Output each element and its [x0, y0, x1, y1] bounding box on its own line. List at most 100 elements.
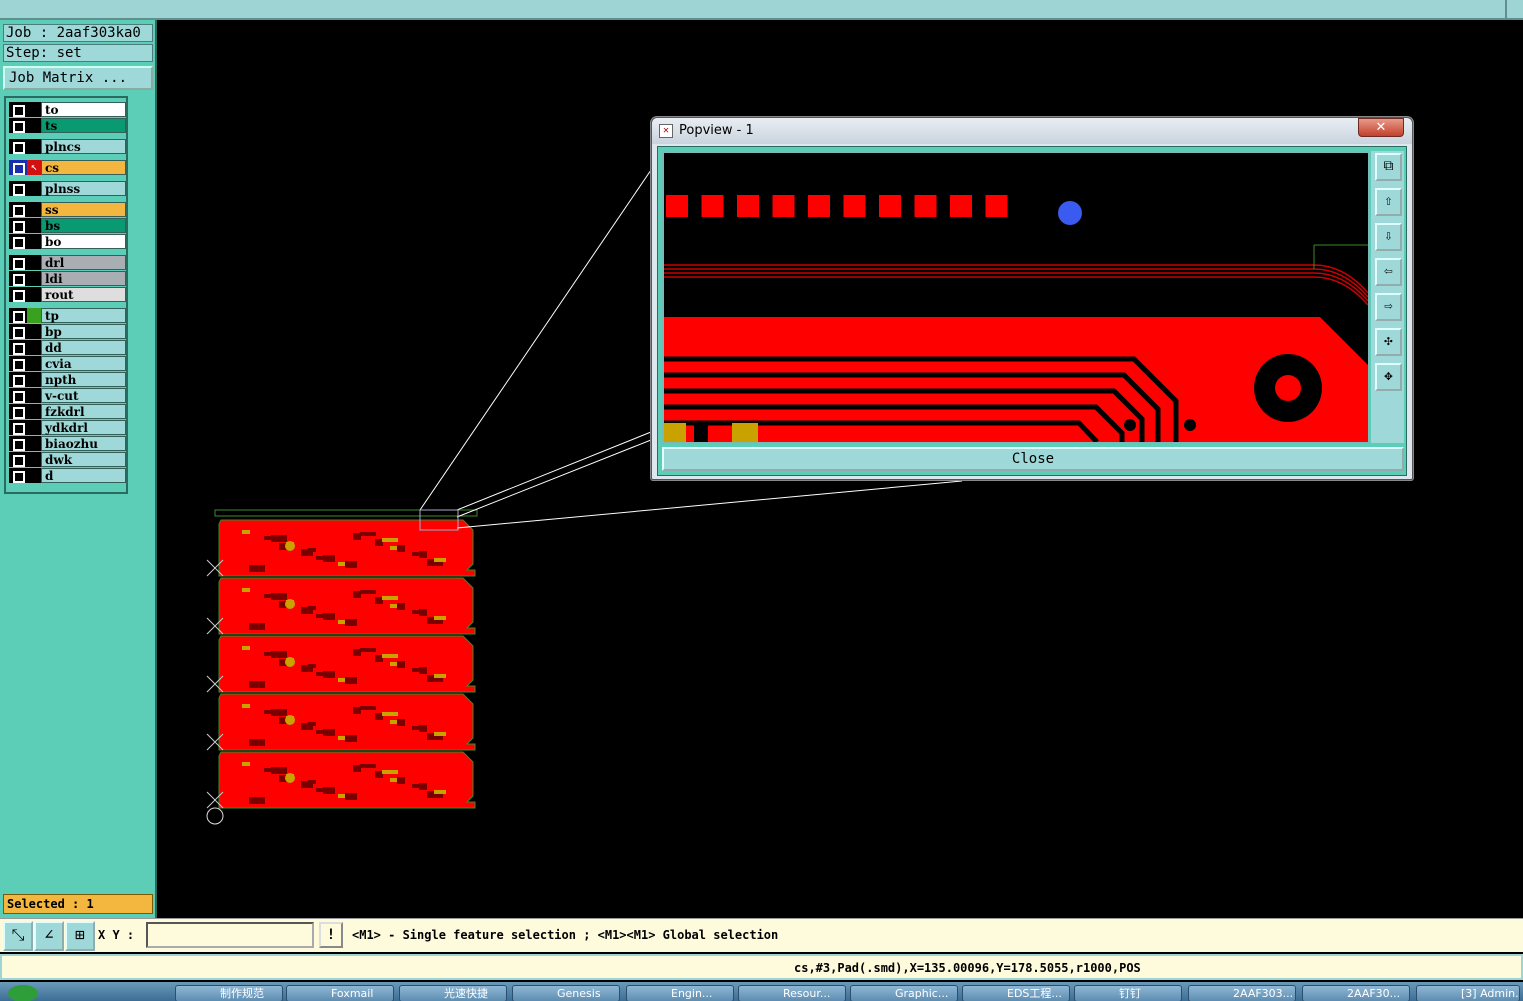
- layer-color-swatch[interactable]: [27, 436, 41, 451]
- layer-checkbox[interactable]: [9, 356, 27, 371]
- layer-row-dd[interactable]: dd: [9, 340, 126, 355]
- layer-row-v-cut[interactable]: v-cut: [9, 388, 126, 403]
- layer-name[interactable]: to: [41, 102, 126, 117]
- layer-name[interactable]: npth: [41, 372, 126, 387]
- job-matrix-button[interactable]: Job Matrix ...: [3, 66, 153, 90]
- layer-name[interactable]: bo: [41, 234, 126, 249]
- layer-name[interactable]: rout: [41, 287, 126, 302]
- layer-checkbox[interactable]: [9, 218, 27, 233]
- taskbar-item[interactable]: 钉钉: [1074, 985, 1182, 1001]
- layer-name[interactable]: ss: [41, 202, 126, 217]
- popview-close-button[interactable]: Close: [662, 447, 1404, 471]
- layer-checkbox[interactable]: [9, 234, 27, 249]
- layer-row-drl[interactable]: drl: [9, 255, 126, 270]
- taskbar-item[interactable]: Resour...: [738, 985, 846, 1001]
- layer-name[interactable]: drl: [41, 255, 126, 270]
- layer-row-plnss[interactable]: plnss: [9, 181, 126, 196]
- snap-grid-icon[interactable]: ⊞: [65, 921, 95, 951]
- layer-checkbox[interactable]: [9, 255, 27, 270]
- layer-checkbox[interactable]: [9, 340, 27, 355]
- taskbar-item[interactable]: 2AAF303...: [1188, 985, 1296, 1001]
- layer-name[interactable]: ldi: [41, 271, 126, 286]
- exclamation-button[interactable]: !: [319, 922, 343, 948]
- taskbar-item[interactable]: 制作规范: [175, 985, 283, 1001]
- layer-name[interactable]: cvia: [41, 356, 126, 371]
- layer-checkbox[interactable]: [9, 139, 27, 154]
- layer-row-fzkdrl[interactable]: fzkdrl: [9, 404, 126, 419]
- layer-row-biaozhu[interactable]: biaozhu: [9, 436, 126, 451]
- layer-color-swatch[interactable]: [27, 356, 41, 371]
- measure-icon[interactable]: ∠: [34, 921, 64, 951]
- layer-row-ss[interactable]: ss: [9, 202, 126, 217]
- layer-color-swatch[interactable]: [27, 234, 41, 249]
- layer-name[interactable]: dd: [41, 340, 126, 355]
- layer-row-dwk[interactable]: dwk: [9, 452, 126, 467]
- layer-color-swatch[interactable]: [27, 139, 41, 154]
- taskbar-item[interactable]: [3] Admin...: [1416, 985, 1520, 1001]
- layer-checkbox[interactable]: [9, 372, 27, 387]
- taskbar-item[interactable]: Genesis: [512, 985, 620, 1001]
- taskbar-item[interactable]: Foxmail: [286, 985, 394, 1001]
- layer-row-tp[interactable]: tp: [9, 308, 126, 323]
- pan-up-icon[interactable]: ⇧: [1375, 188, 1402, 216]
- taskbar-item[interactable]: Graphic...: [850, 985, 958, 1001]
- layer-row-ldi[interactable]: ldi: [9, 271, 126, 286]
- layer-checkbox[interactable]: [9, 436, 27, 451]
- layer-row-bs[interactable]: bs: [9, 218, 126, 233]
- layer-row-rout[interactable]: rout: [9, 287, 126, 302]
- taskbar-item[interactable]: 2AAF30...: [1302, 985, 1410, 1001]
- window-close-button[interactable]: ✕: [1358, 118, 1404, 137]
- layer-color-swatch[interactable]: [27, 287, 41, 302]
- layer-name[interactable]: plncs: [41, 139, 126, 154]
- taskbar-item[interactable]: EDS工程...: [962, 985, 1070, 1001]
- layer-row-plncs[interactable]: plncs: [9, 139, 126, 154]
- layer-row-bp[interactable]: bp: [9, 324, 126, 339]
- layer-name[interactable]: cs: [41, 160, 126, 175]
- taskbar-item[interactable]: 光速快捷: [399, 985, 507, 1001]
- layer-name[interactable]: ydkdrl: [41, 420, 126, 435]
- pan-down-icon[interactable]: ⇩: [1375, 223, 1402, 251]
- layer-color-swatch[interactable]: [27, 181, 41, 196]
- layer-color-swatch[interactable]: [27, 404, 41, 419]
- layer-name[interactable]: v-cut: [41, 388, 126, 403]
- layer-row-cvia[interactable]: cvia: [9, 356, 126, 371]
- layer-color-swatch[interactable]: [27, 388, 41, 403]
- layer-name[interactable]: fzkdrl: [41, 404, 126, 419]
- layer-color-swatch[interactable]: [27, 255, 41, 270]
- resize-icon[interactable]: ⤡: [3, 921, 33, 951]
- layer-checkbox[interactable]: [9, 160, 27, 175]
- zoom-out-icon[interactable]: ✣: [1375, 328, 1402, 356]
- active-layer-icon[interactable]: ↖: [27, 160, 41, 175]
- layer-checkbox[interactable]: [9, 388, 27, 403]
- layer-checkbox[interactable]: [9, 287, 27, 302]
- layer-row-npth[interactable]: npth: [9, 372, 126, 387]
- layer-name[interactable]: bp: [41, 324, 126, 339]
- layer-color-swatch[interactable]: [27, 118, 41, 133]
- layer-name[interactable]: biaozhu: [41, 436, 126, 451]
- layer-color-swatch[interactable]: [27, 372, 41, 387]
- layer-checkbox[interactable]: [9, 324, 27, 339]
- layer-color-swatch[interactable]: [27, 468, 41, 483]
- layer-row-ydkdrl[interactable]: ydkdrl: [9, 420, 126, 435]
- layer-checkbox[interactable]: [9, 102, 27, 117]
- layer-color-swatch[interactable]: [27, 452, 41, 467]
- layer-checkbox[interactable]: [9, 308, 27, 323]
- layer-color-swatch[interactable]: [27, 202, 41, 217]
- layer-name[interactable]: plnss: [41, 181, 126, 196]
- layer-checkbox[interactable]: [9, 452, 27, 467]
- layer-row-to[interactable]: to: [9, 102, 126, 117]
- layer-row-d[interactable]: d: [9, 468, 126, 483]
- zoom-in-icon[interactable]: ✥: [1375, 363, 1402, 391]
- layer-checkbox[interactable]: [9, 118, 27, 133]
- layer-checkbox[interactable]: [9, 404, 27, 419]
- layer-color-swatch[interactable]: [27, 218, 41, 233]
- popview-zoom-view[interactable]: [662, 151, 1370, 444]
- layer-checkbox[interactable]: [9, 420, 27, 435]
- layer-color-swatch[interactable]: [27, 102, 41, 117]
- layer-color-swatch[interactable]: [27, 420, 41, 435]
- layer-checkbox[interactable]: [9, 202, 27, 217]
- layer-checkbox[interactable]: [9, 468, 27, 483]
- layer-row-bo[interactable]: bo: [9, 234, 126, 249]
- taskbar-item[interactable]: Engin...: [626, 985, 734, 1001]
- layer-color-swatch[interactable]: [27, 308, 41, 323]
